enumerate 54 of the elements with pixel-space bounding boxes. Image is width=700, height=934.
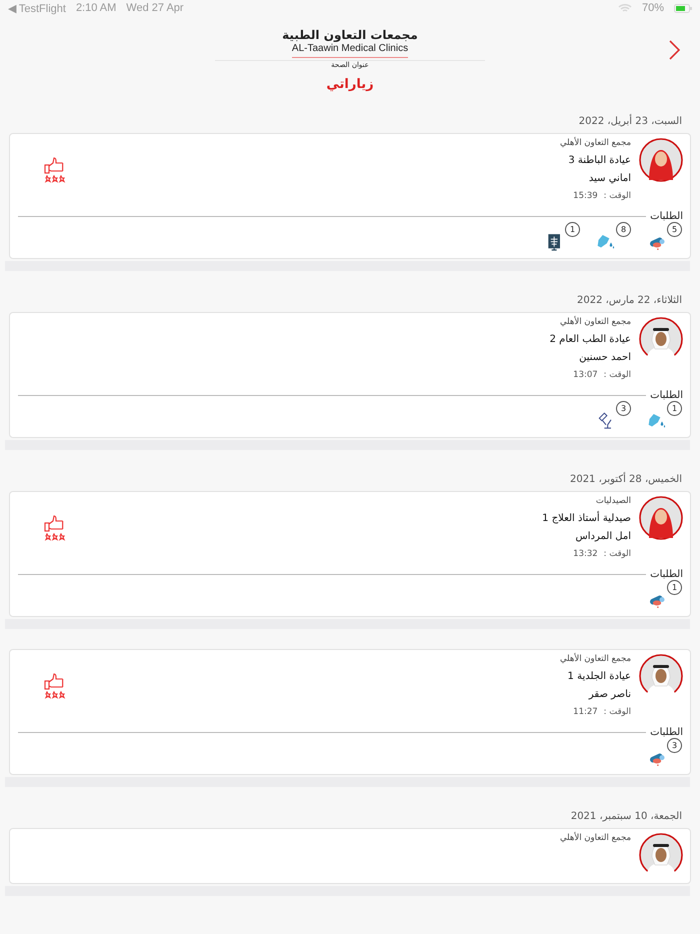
time-label: الوقت : [604, 549, 631, 559]
clinic-group: مجمع التعاون الأهلي [560, 138, 631, 148]
status-date: Wed 27 Apr [126, 2, 184, 14]
app-subtitle: AL-Taawin Medical Clinics [292, 42, 408, 58]
avatar-icon [639, 138, 683, 182]
battery-icon [674, 4, 692, 12]
back-chevron-icon[interactable] [668, 40, 680, 60]
visit-date: الثلاثاء، 22 مارس، 2022 [576, 295, 683, 308]
doctor-name: احمد حسنين [578, 352, 631, 363]
time-label: الوقت : [604, 370, 631, 380]
visit-date: الخميس، 28 أكتوبر، 2021 [568, 474, 683, 487]
visit-date: السبت، 23 أبريل، 2022 [578, 116, 683, 129]
clinic-name: عيادة الطب العام 2 [550, 334, 631, 345]
visit-time: 13:32 [573, 549, 598, 559]
avatar-icon [639, 496, 683, 540]
visit-time: 13:07 [573, 370, 598, 380]
request-count-badge: 3 [616, 401, 631, 416]
rating-thumbs-up-icon[interactable] [42, 156, 68, 182]
clinic-group: مجمع التعاون الأهلي [550, 317, 631, 327]
clinic-name: عيادة الجلدية 1 [566, 671, 631, 682]
requests-label: الطلبات [650, 390, 683, 401]
clinic-name: صيدلية أستاذ العلاج 1 [542, 513, 631, 524]
wifi-icon [618, 3, 632, 13]
visit-time: 11:27 [573, 707, 598, 717]
request-count-badge: 1 [565, 222, 580, 237]
doctor-name: امل المرداس [574, 531, 631, 542]
requests-label: الطلبات [650, 727, 683, 738]
visit-date: الجمعة، 10 سبتمبر، 2021 [570, 811, 683, 824]
avatar-icon [639, 317, 683, 361]
clinic-group: الصيدليات [542, 496, 631, 506]
request-count-badge: 3 [667, 738, 682, 753]
doctor-name: اماني سيد [588, 173, 631, 184]
time-label: الوقت : [604, 707, 631, 717]
request-count-badge: 5 [667, 222, 682, 237]
request-count-badge: 8 [616, 222, 631, 237]
page-title: زياراتي [326, 77, 374, 92]
doctor-name: ناصر صقر [588, 689, 631, 700]
visit-time: 15:39 [573, 191, 598, 201]
battery-percent: 70% [642, 2, 664, 14]
time-label: الوقت : [604, 191, 631, 201]
app-title: مجمعات التعاون الطبية [282, 28, 418, 42]
request-count-badge: 1 [667, 401, 682, 416]
requests-label: الطلبات [650, 211, 683, 222]
clinic-name: عيادة الباطنة 3 [567, 155, 631, 166]
rating-thumbs-up-icon[interactable] [42, 514, 68, 540]
rating-thumbs-up-icon[interactable] [42, 672, 68, 698]
clinic-group: مجمع التعاون الأهلي [560, 654, 631, 664]
requests-label: الطلبات [650, 569, 683, 580]
status-time: 2:10 AM [76, 2, 116, 14]
avatar-icon [639, 654, 683, 698]
clinic-group: مجمع التعاون الأهلي [560, 833, 631, 843]
avatar-icon [639, 833, 683, 877]
request-count-badge: 1 [667, 580, 682, 595]
visit-card[interactable]: مجمع التعاون الأهلي [9, 828, 691, 884]
